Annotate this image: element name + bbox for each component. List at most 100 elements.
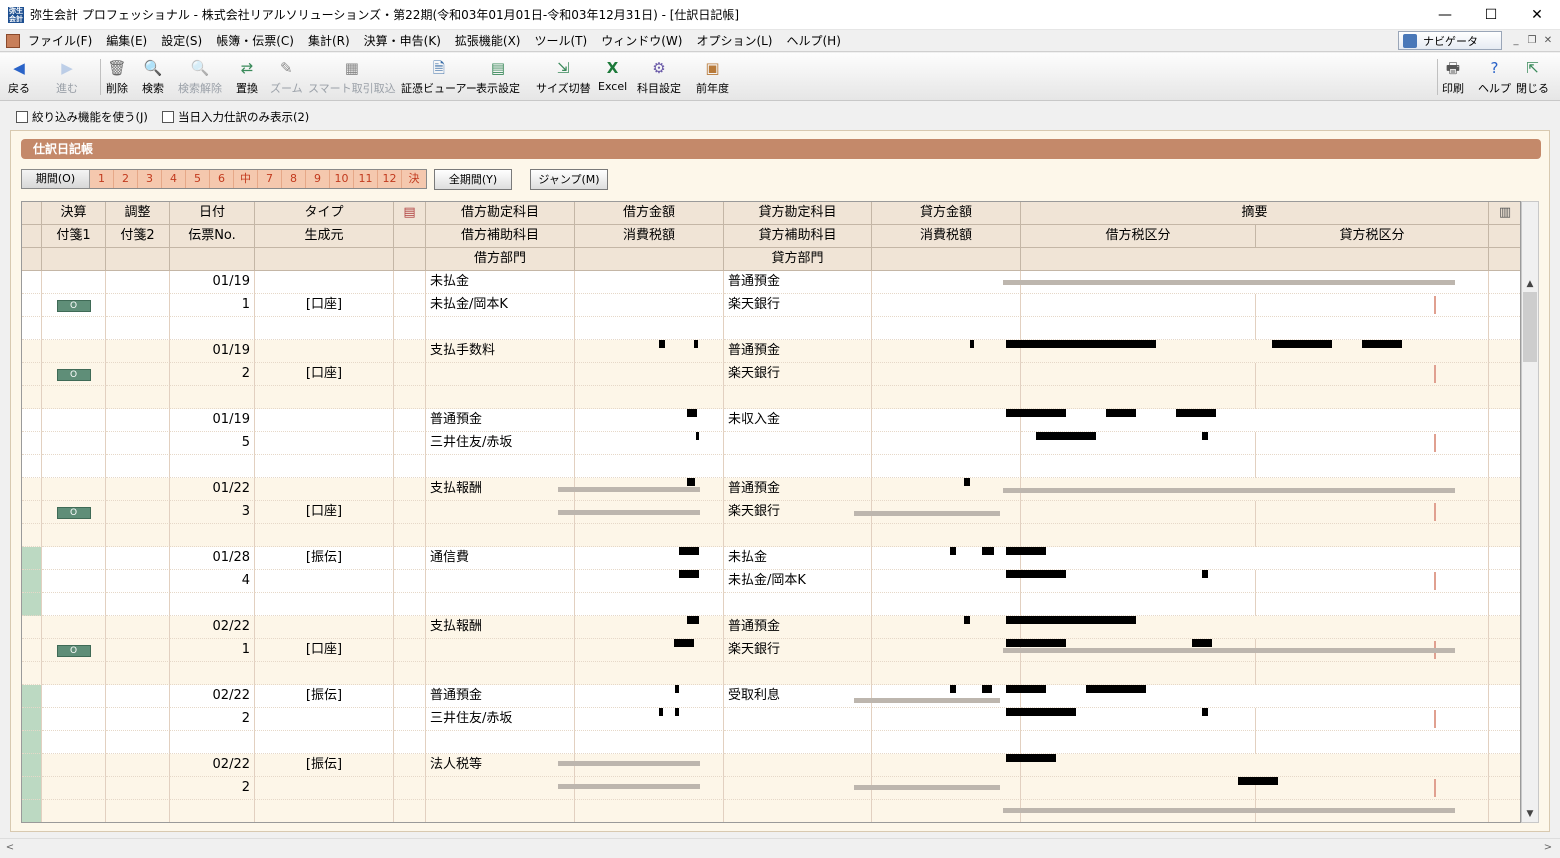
header-credit-sub[interactable]: 貸方補助科目 xyxy=(724,225,872,248)
credit-account-cell[interactable]: 普通預金 xyxy=(724,340,872,363)
header-debit-tax-class[interactable]: 借方税区分 xyxy=(1021,225,1256,248)
credit-sub-cell[interactable]: 楽天銀行 xyxy=(724,363,872,386)
fusen1-cell[interactable]: O xyxy=(42,639,106,662)
menu-extensions[interactable]: 拡張機能(X) xyxy=(455,32,521,49)
display-settings-button[interactable]: ▤ 表示設定 xyxy=(476,56,520,98)
account-settings-button[interactable]: ⚙ 科目設定 xyxy=(637,56,681,98)
voucher-no-cell[interactable]: 2 xyxy=(170,708,255,731)
jump-button[interactable]: ジャンプ(M) xyxy=(530,169,608,190)
credit-tax-class-cell[interactable] xyxy=(1256,708,1489,731)
date-cell[interactable]: 01/19 xyxy=(170,340,255,363)
credit-tax-class-cell[interactable] xyxy=(1256,777,1489,800)
credit-amount-cell[interactable] xyxy=(872,409,1021,432)
source-cell[interactable]: [口座] xyxy=(255,294,394,317)
period-cell-5[interactable]: 5 xyxy=(186,170,210,188)
header-credit-account[interactable]: 貸方勘定科目 xyxy=(724,202,872,225)
source-cell[interactable]: [口座] xyxy=(255,363,394,386)
fusen2-cell[interactable] xyxy=(106,432,170,455)
header-debit-tax[interactable]: 消費税額 xyxy=(575,225,724,248)
debit-sub-cell[interactable] xyxy=(426,777,575,800)
source-cell[interactable] xyxy=(255,708,394,731)
debit-tax-cell[interactable] xyxy=(575,363,724,386)
back-button[interactable]: ◀ 戻る xyxy=(8,56,30,98)
close-button[interactable]: ⇱ 閉じる xyxy=(1516,56,1549,98)
credit-dept-cell[interactable] xyxy=(724,593,872,616)
period-cell-4[interactable]: 4 xyxy=(162,170,186,188)
credit-amount-cell[interactable] xyxy=(872,478,1021,501)
credit-tax-class-cell[interactable] xyxy=(1256,294,1489,317)
header-fusen2[interactable]: 付箋2 xyxy=(106,225,170,248)
credit-dept-cell[interactable] xyxy=(724,731,872,754)
journal-entry[interactable]: 02/22 [振伝] 普通預金 受取利息 2 三井住友/赤坂 xyxy=(22,685,1520,754)
header-debit-account[interactable]: 借方勘定科目 xyxy=(426,202,575,225)
debit-account-cell[interactable]: 未払金 xyxy=(426,271,575,294)
header-debit-amount[interactable]: 借方金額 xyxy=(575,202,724,225)
print-button[interactable]: 🖶 印刷 xyxy=(1442,56,1464,98)
debit-account-cell[interactable]: 支払報酬 xyxy=(426,616,575,639)
period-cell-closing[interactable]: 決 xyxy=(402,170,426,188)
debit-tax-cell[interactable] xyxy=(575,639,724,662)
debit-dept-cell[interactable] xyxy=(426,524,575,547)
vertical-scrollbar[interactable]: ▲ ▼ xyxy=(1521,201,1539,823)
memo-cell[interactable] xyxy=(1021,754,1489,777)
header-fusen1[interactable]: 付箋1 xyxy=(42,225,106,248)
debit-dept-cell[interactable] xyxy=(426,455,575,478)
menu-edit[interactable]: 編集(E) xyxy=(106,32,147,49)
credit-sub-cell[interactable]: 楽天銀行 xyxy=(724,294,872,317)
date-cell[interactable]: 01/19 xyxy=(170,271,255,294)
header-credit-dept[interactable]: 貸方部門 xyxy=(724,248,872,271)
header-credit-tax-class[interactable]: 貸方税区分 xyxy=(1256,225,1489,248)
memo-cell[interactable] xyxy=(1021,547,1489,570)
credit-tax-cell[interactable] xyxy=(872,294,1021,317)
source-cell[interactable]: [口座] xyxy=(255,639,394,662)
fusen1-cell[interactable] xyxy=(42,708,106,731)
credit-sub-cell[interactable] xyxy=(724,777,872,800)
credit-dept-cell[interactable] xyxy=(724,524,872,547)
debit-tax-class-cell[interactable] xyxy=(1021,501,1256,524)
scroll-thumb[interactable] xyxy=(1523,292,1537,362)
credit-amount-cell[interactable] xyxy=(872,616,1021,639)
period-cell-mid[interactable]: 中 xyxy=(234,170,258,188)
credit-sub-cell[interactable] xyxy=(724,432,872,455)
date-cell[interactable]: 02/22 xyxy=(170,616,255,639)
header-memo[interactable]: 摘要 xyxy=(1021,202,1489,225)
fusen-icon[interactable]: O xyxy=(56,300,91,312)
debit-account-cell[interactable]: 支払報酬 xyxy=(426,478,575,501)
menu-books[interactable]: 帳簿・伝票(C) xyxy=(216,32,294,49)
period-cell-8[interactable]: 8 xyxy=(282,170,306,188)
debit-tax-class-cell[interactable] xyxy=(1021,777,1256,800)
menu-file[interactable]: ファイル(F) xyxy=(28,32,92,49)
credit-account-cell[interactable] xyxy=(724,754,872,777)
navigator-button[interactable]: ナビゲータ xyxy=(1398,31,1502,50)
credit-tax-cell[interactable] xyxy=(872,639,1021,662)
mdi-restore-button[interactable]: ❐ xyxy=(1524,34,1540,48)
fusen1-cell[interactable] xyxy=(42,777,106,800)
credit-sub-cell[interactable]: 未払金/岡本K xyxy=(724,570,872,593)
menu-options[interactable]: オプション(L) xyxy=(696,32,772,49)
fusen-icon[interactable]: O xyxy=(56,645,91,657)
date-cell[interactable]: 02/22 xyxy=(170,754,255,777)
type-cell[interactable]: [振伝] xyxy=(255,754,394,777)
credit-dept-cell[interactable] xyxy=(724,317,872,340)
excel-button[interactable]: X Excel xyxy=(598,56,627,98)
debit-account-cell[interactable]: 通信費 xyxy=(426,547,575,570)
credit-sub-cell[interactable]: 楽天銀行 xyxy=(724,639,872,662)
fusen1-cell[interactable]: O xyxy=(42,294,106,317)
header-source[interactable]: 生成元 xyxy=(255,225,394,248)
menu-tools[interactable]: ツール(T) xyxy=(535,32,588,49)
debit-dept-cell[interactable] xyxy=(426,593,575,616)
credit-sub-cell[interactable] xyxy=(724,708,872,731)
credit-tax-class-cell[interactable] xyxy=(1256,501,1489,524)
header-debit-sub[interactable]: 借方補助科目 xyxy=(426,225,575,248)
credit-account-cell[interactable]: 普通預金 xyxy=(724,271,872,294)
credit-amount-cell[interactable] xyxy=(872,754,1021,777)
today-only-checkbox[interactable]: 当日入力仕訳のみ表示(2) xyxy=(162,109,309,125)
period-cell-2[interactable]: 2 xyxy=(114,170,138,188)
help-button[interactable]: ? ヘルプ xyxy=(1478,56,1511,98)
source-cell[interactable] xyxy=(255,777,394,800)
period-label-button[interactable]: 期間(O) xyxy=(22,170,90,188)
scroll-left-arrow-icon[interactable]: < xyxy=(2,839,18,857)
scroll-down-arrow-icon[interactable]: ▼ xyxy=(1522,806,1538,822)
fusen2-cell[interactable] xyxy=(106,570,170,593)
source-cell[interactable] xyxy=(255,432,394,455)
